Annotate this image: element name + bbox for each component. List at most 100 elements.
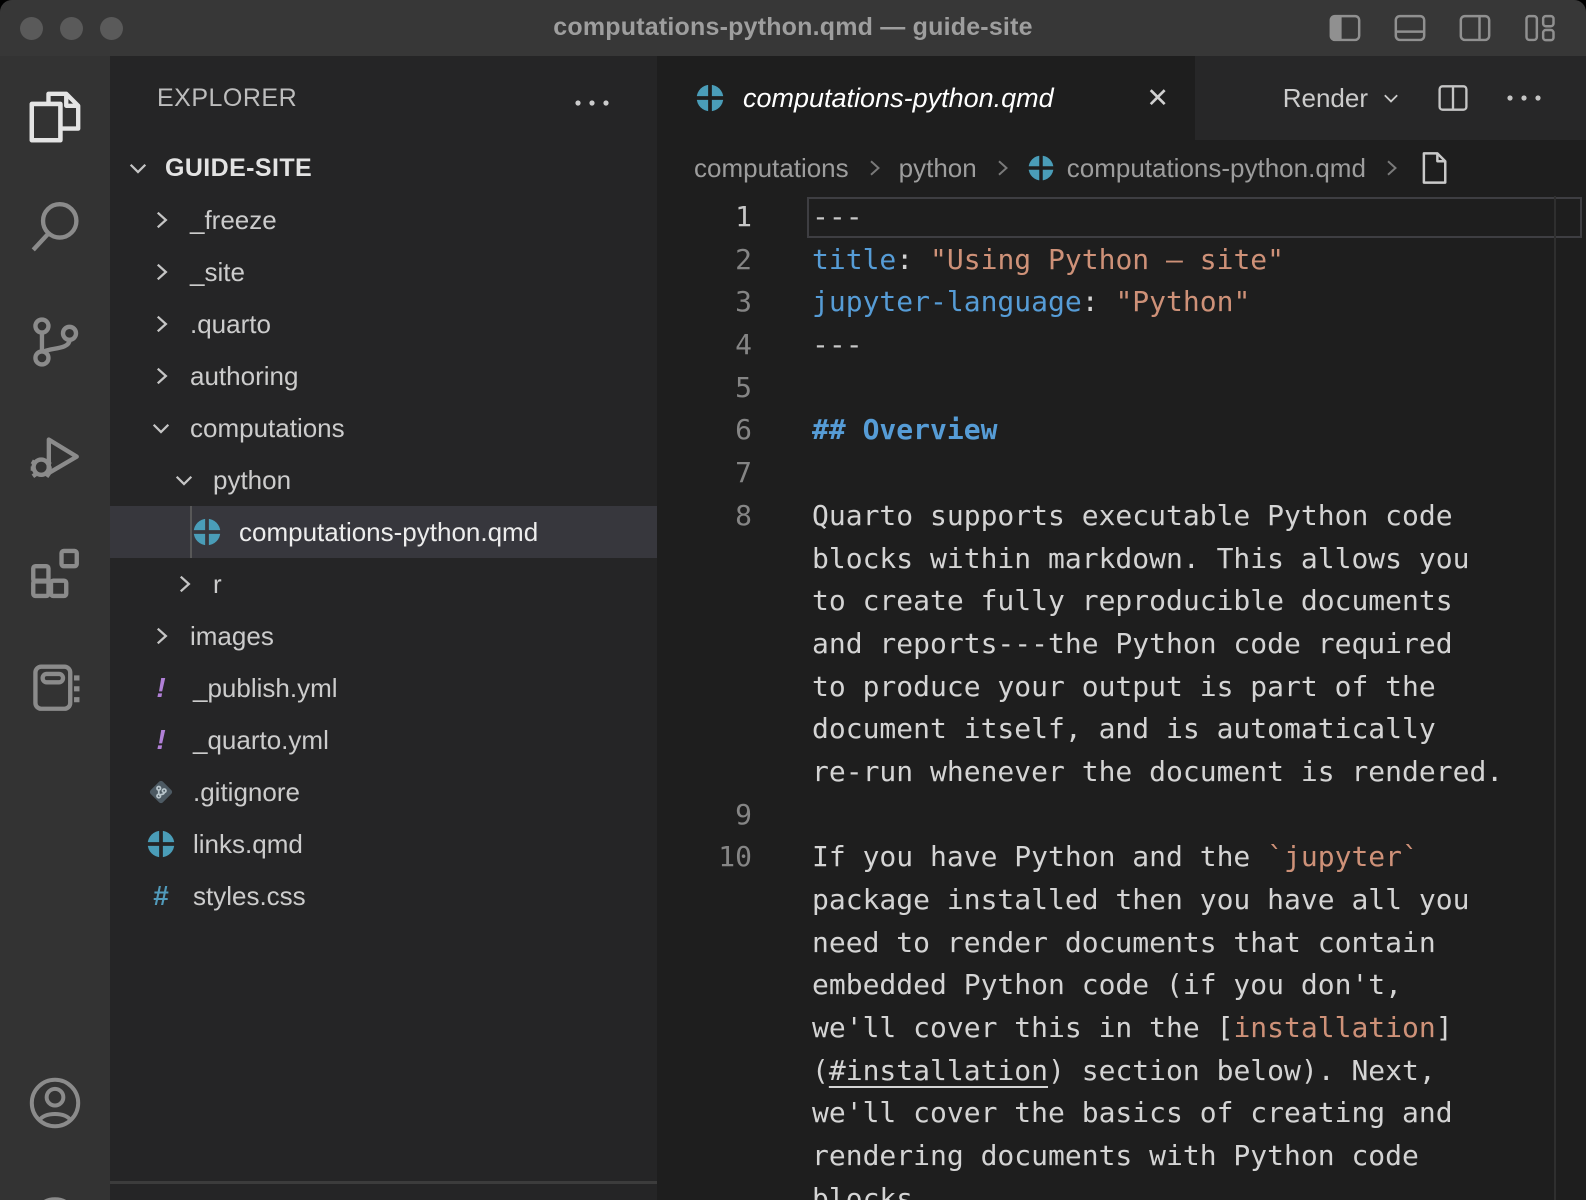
chevron-right-icon xyxy=(146,311,176,337)
quarto-file-icon xyxy=(146,829,176,859)
breadcrumb-item[interactable]: computations-python.qmd xyxy=(1067,153,1366,184)
code-line[interactable]: blocks xyxy=(657,1178,1586,1200)
chevron-right-icon xyxy=(146,623,176,649)
run-and-debug-icon[interactable] xyxy=(26,428,84,486)
breadcrumb-separator-icon xyxy=(862,156,886,180)
code-line-content: ## Overview xyxy=(812,409,997,452)
tree-item-guide-site[interactable]: GUIDE-SITE xyxy=(110,142,657,194)
tree-item--publish-yml[interactable]: ! _publish.yml xyxy=(110,662,657,714)
breadcrumb-separator-icon xyxy=(990,156,1014,180)
outline-section[interactable]: OUTLINE xyxy=(110,1184,657,1200)
code-line[interactable]: 1--- xyxy=(657,196,1586,239)
code-line[interactable]: need to render documents that contain xyxy=(657,922,1586,965)
code-line[interactable]: 3jupyter-language: "Python" xyxy=(657,281,1586,324)
tree-item-python[interactable]: python xyxy=(110,454,657,506)
code-line[interactable]: we'll cover the basics of creating and xyxy=(657,1092,1586,1135)
code-line[interactable]: we'll cover this in the [installation] xyxy=(657,1007,1586,1050)
tree-item-images[interactable]: images xyxy=(110,610,657,662)
code-line-content: If you have Python and the `jupyter` xyxy=(812,836,1419,879)
tree-item-label: computations xyxy=(190,413,345,444)
tab-close-icon[interactable]: ✕ xyxy=(1146,85,1169,112)
code-line[interactable]: embedded Python code (if you don't, xyxy=(657,964,1586,1007)
editor-more-actions-icon[interactable] xyxy=(1504,91,1544,105)
split-editor-icon[interactable] xyxy=(1436,81,1470,115)
editor-actions: Render xyxy=(1283,56,1586,140)
notebook-icon[interactable] xyxy=(26,658,84,716)
layout-sidebar-left-icon[interactable] xyxy=(1327,10,1363,46)
code-line-content: we'll cover this in the [installation] xyxy=(812,1007,1453,1050)
code-line[interactable]: 4--- xyxy=(657,324,1586,367)
tree-item-r[interactable]: r xyxy=(110,558,657,610)
tree-item-computations[interactable]: computations xyxy=(110,402,657,454)
search-icon[interactable] xyxy=(26,198,84,256)
extensions-icon[interactable] xyxy=(26,543,84,601)
tree-item--gitignore[interactable]: .gitignore xyxy=(110,766,657,818)
tab-label: computations-python.qmd xyxy=(743,83,1054,114)
code-line[interactable]: 6## Overview xyxy=(657,409,1586,452)
tree-item-label: images xyxy=(190,621,274,652)
code-line[interactable]: rendering documents with Python code xyxy=(657,1135,1586,1178)
tree-item--freeze[interactable]: _freeze xyxy=(110,194,657,246)
breadcrumb-item[interactable]: python xyxy=(899,153,977,184)
code-editor[interactable]: 1---2title: "Using Python — site"3jupyte… xyxy=(657,196,1586,1200)
excl-file-icon: ! xyxy=(146,724,176,756)
tree-item-label: GUIDE-SITE xyxy=(165,154,312,183)
chevron-down-icon xyxy=(1380,87,1402,109)
code-line[interactable]: 8Quarto supports executable Python code xyxy=(657,495,1586,538)
tree-item-label: _publish.yml xyxy=(193,673,338,704)
code-line[interactable]: 10 If you have Python and the `jupyter` xyxy=(657,836,1586,879)
code-line[interactable]: blocks within markdown. This allows you xyxy=(657,538,1586,581)
quarto-file-icon xyxy=(192,517,222,547)
vscode-window: computations-python.qmd — guide-site xyxy=(0,0,1586,1200)
line-number: 8 xyxy=(657,495,752,538)
code-line[interactable]: 7 xyxy=(657,452,1586,495)
code-line[interactable]: 5 xyxy=(657,367,1586,410)
line-number: 1 xyxy=(657,196,752,239)
code-line[interactable]: document itself, and is automatically xyxy=(657,708,1586,751)
tree-item-label: _site xyxy=(190,257,245,288)
titlebar: computations-python.qmd — guide-site xyxy=(0,0,1586,56)
tab-computations-python[interactable]: computations-python.qmd ✕ xyxy=(657,56,1195,140)
sidebar-more-actions-icon[interactable] xyxy=(572,96,612,115)
explorer-icon[interactable] xyxy=(26,88,84,146)
chevron-right-icon xyxy=(146,207,176,233)
chevron-right-icon xyxy=(146,363,176,389)
outline-label: OUTLINE xyxy=(154,1196,262,1200)
source-control-icon[interactable] xyxy=(26,313,84,371)
code-line-content: rendering documents with Python code xyxy=(812,1135,1419,1178)
code-line[interactable]: to create fully reproducible documents xyxy=(657,580,1586,623)
tree-item-computations-python-qmd[interactable]: computations-python.qmd xyxy=(110,506,657,558)
code-line-content: need to render documents that contain xyxy=(812,922,1436,965)
tree-item-styles-css[interactable]: # styles.css xyxy=(110,870,657,922)
code-line[interactable]: (#installation) section below). Next, xyxy=(657,1050,1586,1093)
tree-item-authoring[interactable]: authoring xyxy=(110,350,657,402)
tree-item--site[interactable]: _site xyxy=(110,246,657,298)
excl-file-icon: ! xyxy=(146,672,176,704)
tree-item-label: styles.css xyxy=(193,881,306,912)
layout-panel-icon[interactable] xyxy=(1392,10,1428,46)
tree-item-label: _freeze xyxy=(190,205,277,236)
breadcrumb-item[interactable]: computations xyxy=(694,153,849,184)
hash-file-icon: # xyxy=(146,880,176,912)
tree-item-links-qmd[interactable]: links.qmd xyxy=(110,818,657,870)
code-line[interactable]: re-run whenever the document is rendered… xyxy=(657,751,1586,794)
line-number: 10 xyxy=(657,836,752,879)
code-line[interactable]: to produce your output is part of the xyxy=(657,666,1586,709)
tree-item--quarto-yml[interactable]: !_quarto.yml xyxy=(110,714,657,766)
code-line[interactable]: 2title: "Using Python — site" xyxy=(657,239,1586,282)
code-line-content: jupyter-language: "Python" xyxy=(812,281,1250,324)
code-line[interactable]: and reports---the Python code required xyxy=(657,623,1586,666)
tree-item--quarto[interactable]: .quarto xyxy=(110,298,657,350)
code-line-content: to produce your output is part of the xyxy=(812,666,1436,709)
code-line[interactable]: 9 xyxy=(657,794,1586,837)
tree-item-label: .gitignore xyxy=(193,777,300,808)
layout-sidebar-right-icon[interactable] xyxy=(1457,10,1493,46)
tree-item-label: computations-python.qmd xyxy=(239,517,538,548)
code-line[interactable]: package installed then you have all you xyxy=(657,879,1586,922)
render-button[interactable]: Render xyxy=(1283,83,1402,114)
breadcrumb-separator-icon xyxy=(1379,156,1403,180)
settings-gear-icon[interactable] xyxy=(26,1192,84,1200)
layout-customize-icon[interactable] xyxy=(1522,10,1558,46)
account-icon[interactable] xyxy=(26,1074,84,1132)
code-line-content: title: "Using Python — site" xyxy=(812,239,1284,282)
